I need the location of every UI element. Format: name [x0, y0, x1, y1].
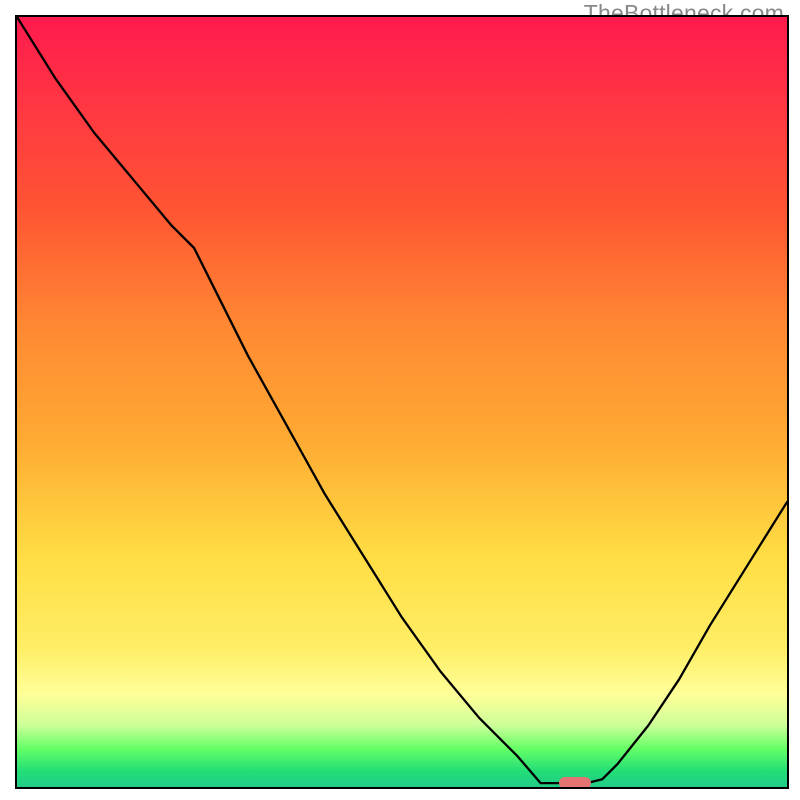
chart-container: TheBottleneck.com: [0, 0, 800, 800]
bottleneck-curve: [17, 17, 787, 787]
plot-area: [15, 15, 789, 789]
optimal-marker: [559, 777, 591, 789]
